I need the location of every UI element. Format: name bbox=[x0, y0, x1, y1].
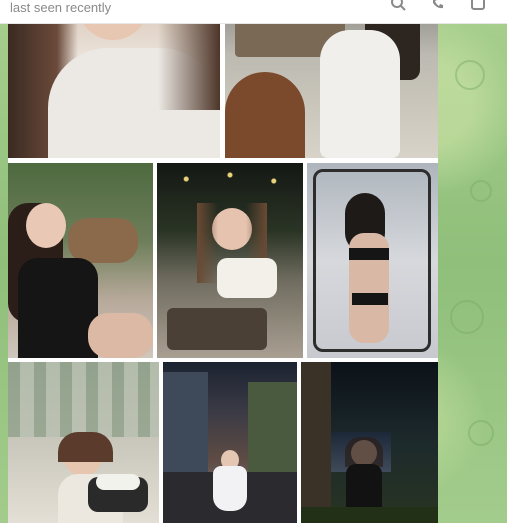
string-lights-shape bbox=[157, 163, 303, 203]
legs-shape bbox=[88, 313, 153, 358]
building-shape bbox=[163, 372, 208, 472]
black-bottom-shape bbox=[352, 293, 388, 305]
dress-shape bbox=[320, 30, 400, 158]
wallpaper-doodle bbox=[455, 60, 485, 90]
palm-trunk-shape bbox=[301, 362, 331, 523]
chair-shape bbox=[225, 72, 305, 158]
chat-header: last seen recently bbox=[0, 0, 507, 24]
photo-6[interactable] bbox=[8, 362, 159, 523]
black-dress-shape bbox=[18, 258, 98, 358]
hair-shape bbox=[345, 437, 383, 467]
white-dress-shape bbox=[213, 466, 247, 511]
black-top-shape bbox=[349, 248, 389, 260]
photo-5[interactable] bbox=[307, 163, 438, 358]
wallpaper-doodle bbox=[470, 180, 492, 202]
face-shape bbox=[26, 203, 66, 248]
wallpaper-doodle bbox=[450, 300, 484, 334]
hair-shape bbox=[58, 432, 113, 462]
search-icon[interactable] bbox=[389, 0, 407, 12]
header-actions bbox=[389, 0, 487, 12]
photo-4[interactable] bbox=[157, 163, 303, 358]
photo-7[interactable] bbox=[163, 362, 297, 523]
photo-album bbox=[8, 0, 438, 523]
grass-shape bbox=[301, 507, 438, 523]
phone-icon[interactable] bbox=[429, 0, 447, 12]
window-shape bbox=[8, 362, 159, 437]
more-icon[interactable] bbox=[469, 0, 487, 12]
photo-8[interactable] bbox=[301, 362, 438, 523]
wallpaper-doodle bbox=[468, 420, 494, 446]
top-shape bbox=[217, 258, 277, 298]
tree-shape bbox=[248, 382, 297, 472]
flowers-shape bbox=[96, 474, 140, 490]
food-plate-shape bbox=[167, 308, 267, 350]
last-seen-status: last seen recently bbox=[10, 0, 112, 15]
teddy-bears-shape bbox=[68, 218, 138, 263]
photo-3[interactable] bbox=[8, 163, 153, 358]
